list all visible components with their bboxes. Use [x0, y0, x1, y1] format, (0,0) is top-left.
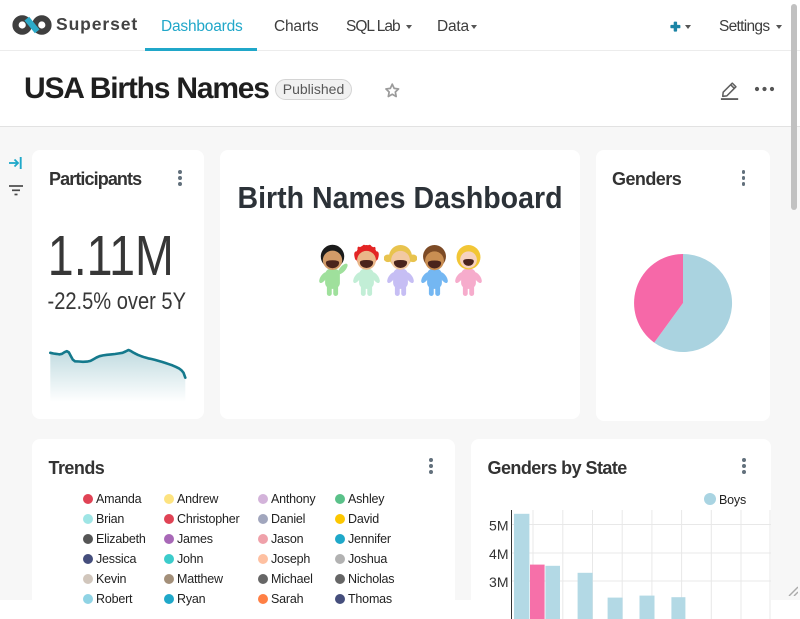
svg-text:4M: 4M — [489, 546, 508, 562]
svg-text:3M: 3M — [489, 574, 508, 590]
svg-text:1.11M: 1.11M — [48, 230, 174, 287]
svg-text:Birth Names Dashboard: Birth Names Dashboard — [238, 182, 563, 215]
svg-text:5M: 5M — [489, 517, 508, 533]
svg-text:-22.5% over 5Y: -22.5% over 5Y — [48, 288, 187, 315]
